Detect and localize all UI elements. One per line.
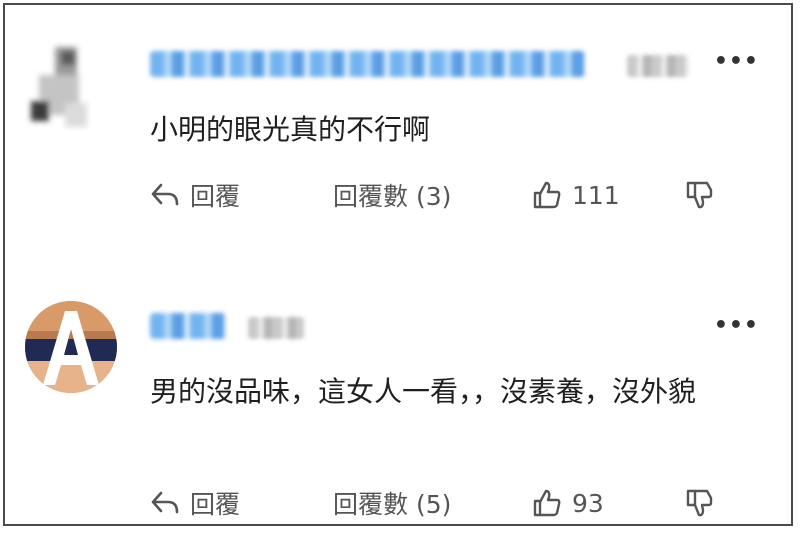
thumbs-up-icon [533,181,561,209]
thumbs-down-icon [686,489,713,517]
timestamp-blurred [248,317,304,339]
thumbs-up-icon [533,489,561,517]
reply-count-button[interactable]: 回覆數 (5) [333,485,451,521]
username-blurred[interactable] [150,51,585,77]
more-dots-icon[interactable]: ••• [714,49,759,74]
username-blurred[interactable] [150,313,226,339]
like-count: 93 [572,488,604,518]
comment-item: ••• 男的沒品味，這女人一看，，沒素養，沒外貌 回覆 回覆數 (5) 93 [5,287,791,527]
comments-panel: ••• 小明的眼光真的不行啊 回覆 回覆數 (3) 111 ••• 男的沒品味，… [3,3,793,526]
reply-button[interactable]: 回覆 [150,485,240,521]
thumbs-down-icon [686,181,713,209]
reply-button[interactable]: 回覆 [150,177,240,213]
comment-text: 小明的眼光真的不行啊 [150,113,431,146]
comment-text: 男的沒品味，這女人一看，，沒素養，沒外貌 [150,375,697,408]
avatar[interactable] [25,41,101,131]
dislike-button[interactable] [685,180,725,210]
reply-arrow-icon [151,183,179,206]
comment-actions: 回覆 回覆數 (3) 111 [150,175,750,215]
like-button[interactable]: 93 [532,488,604,518]
reply-count-label: 回覆數 (3) [333,182,452,211]
like-button[interactable]: 111 [532,180,620,210]
reply-label: 回覆 [190,182,241,211]
comment-item: ••• 小明的眼光真的不行啊 回覆 回覆數 (3) 111 [5,5,791,265]
reply-count-button[interactable]: 回覆數 (3) [333,177,451,213]
reply-label: 回覆 [190,490,241,519]
reply-count-label: 回覆數 (5) [333,490,452,519]
comment-actions: 回覆 回覆數 (5) 93 [150,483,750,523]
avatar[interactable] [25,301,117,393]
timestamp-blurred [627,55,689,77]
like-count: 111 [572,180,620,210]
reply-arrow-icon [151,491,179,514]
dislike-button[interactable] [685,488,725,518]
more-dots-icon[interactable]: ••• [714,313,759,338]
